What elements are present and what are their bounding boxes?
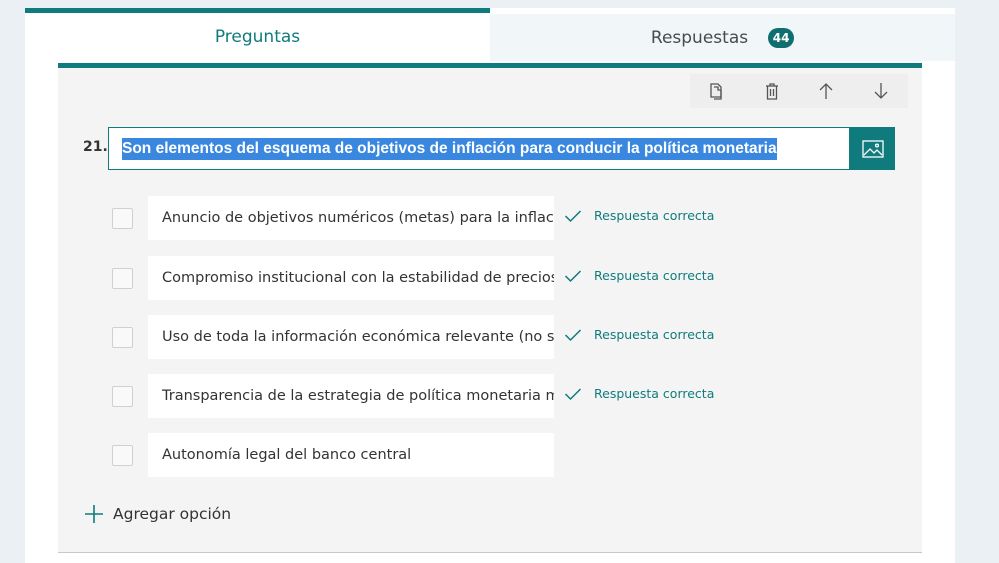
arrow-up-icon <box>819 83 833 99</box>
option-checkbox[interactable] <box>112 386 133 407</box>
tab-respuestas-label: Respuestas <box>650 27 749 48</box>
correct-answer-toggle[interactable]: Respuesta correcta <box>564 386 714 401</box>
option-input[interactable]: Anuncio de objetivos numéricos (metas) p… <box>148 196 554 240</box>
check-icon <box>564 269 582 282</box>
option-row: Uso de toda la información económica rel… <box>112 315 732 359</box>
question-number: 21. <box>83 139 108 155</box>
option-input[interactable]: Autonomía legal del banco central <box>148 433 554 477</box>
tab-preguntas-label: Preguntas <box>214 27 301 47</box>
responses-count-badge: 44 <box>768 27 795 48</box>
option-row: Autonomía legal del banco central <box>112 433 732 477</box>
move-up-button[interactable] <box>814 79 838 103</box>
option-checkbox[interactable] <box>112 268 133 289</box>
correct-answer-toggle[interactable]: Respuesta correcta <box>564 268 714 283</box>
panel-divider <box>58 552 922 553</box>
option-row: Anuncio de objetivos numéricos (metas) p… <box>112 196 732 240</box>
option-checkbox[interactable] <box>112 327 133 348</box>
check-icon <box>564 387 582 400</box>
image-icon <box>861 139 884 158</box>
option-text: Compromiso institucional con la estabili… <box>162 270 554 286</box>
option-checkbox[interactable] <box>112 208 133 229</box>
correct-answer-label: Respuesta correcta <box>594 208 715 223</box>
correct-answer-toggle[interactable]: Respuesta correcta <box>564 327 714 342</box>
add-option-button[interactable]: Agregar opción <box>83 503 231 525</box>
option-row: Compromiso institucional con la estabili… <box>112 256 732 300</box>
add-option-label: Agregar opción <box>113 505 232 523</box>
option-input[interactable]: Transparencia de la estrategia de políti… <box>148 374 554 418</box>
question-title-text: Son elementos del esquema de objetivos d… <box>122 137 777 160</box>
option-row: Transparencia de la estrategia de políti… <box>112 374 732 418</box>
question-title-input[interactable]: Son elementos del esquema de objetivos d… <box>108 127 850 170</box>
plus-icon <box>85 505 103 523</box>
trash-icon <box>765 83 778 100</box>
option-checkbox[interactable] <box>112 445 133 466</box>
option-text: Autonomía legal del banco central <box>162 447 412 463</box>
delete-button[interactable] <box>760 79 784 103</box>
tab-preguntas[interactable]: Preguntas <box>25 8 490 61</box>
option-text: Uso de toda la información económica rel… <box>162 329 554 345</box>
correct-answer-label: Respuesta correcta <box>594 386 715 401</box>
check-icon <box>564 328 582 341</box>
copy-button[interactable] <box>705 79 729 103</box>
option-input[interactable]: Uso de toda la información económica rel… <box>148 315 554 359</box>
option-text: Transparencia de la estrategia de políti… <box>162 388 554 404</box>
move-down-button[interactable] <box>869 79 893 103</box>
option-input[interactable]: Compromiso institucional con la estabili… <box>148 256 554 300</box>
copy-icon <box>710 83 722 100</box>
tab-respuestas[interactable]: Respuestas 44 <box>490 14 955 61</box>
insert-image-button[interactable] <box>850 127 895 170</box>
option-text: Anuncio de objetivos numéricos (metas) p… <box>162 210 554 226</box>
check-icon <box>564 209 582 222</box>
question-toolbar <box>690 74 908 108</box>
arrow-down-icon <box>874 83 888 99</box>
correct-answer-label: Respuesta correcta <box>594 268 715 283</box>
correct-answer-toggle[interactable]: Respuesta correcta <box>564 208 714 223</box>
correct-answer-label: Respuesta correcta <box>594 327 715 342</box>
